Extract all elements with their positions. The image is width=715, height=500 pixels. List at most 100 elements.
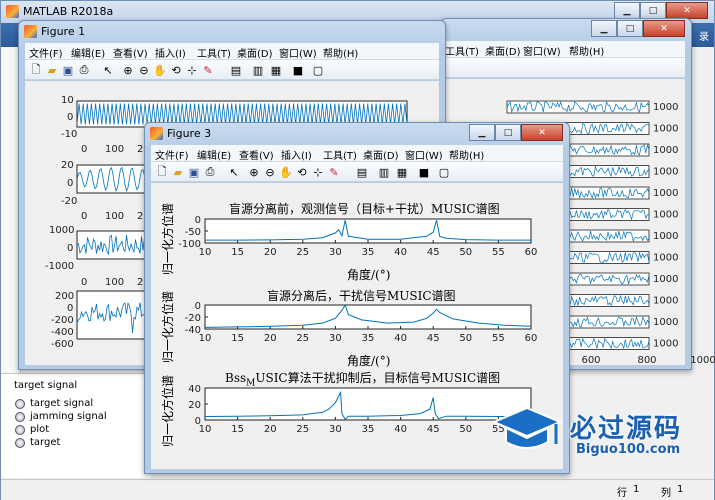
save-icon[interactable]: ▣ bbox=[61, 63, 75, 77]
menu-edit[interactable]: 编辑(E) bbox=[197, 147, 231, 162]
figure3-titlebar: Figure 3 ▁ □ ✕ bbox=[145, 123, 569, 145]
x-tick-label: 40 bbox=[394, 424, 407, 435]
x-tick-label: 30 bbox=[329, 247, 342, 258]
x-tick-label: 40 bbox=[394, 333, 407, 344]
matlab-window-controls: ▁ □ ✕ bbox=[614, 2, 708, 19]
data-cursor-icon[interactable]: ⊹ bbox=[185, 63, 199, 77]
open-icon[interactable]: ▰ bbox=[171, 165, 185, 179]
menu-window[interactable]: 窗口(W) bbox=[405, 147, 443, 162]
menu-desktop[interactable]: 桌面(D) bbox=[237, 45, 273, 60]
y-tick: 1000 bbox=[49, 225, 75, 236]
menu-window[interactable]: 窗口(W) bbox=[279, 45, 317, 60]
menu-item[interactable]: 桌面(D) bbox=[485, 43, 521, 58]
minimize-button[interactable]: ▁ bbox=[591, 20, 617, 37]
y-tick-label: 1000 bbox=[653, 253, 678, 264]
edit-plot-icon[interactable]: ↖ bbox=[227, 165, 241, 179]
workspace-panel: target signal target signal jamming sign… bbox=[1, 373, 151, 478]
y-tick-label: 0 bbox=[195, 301, 201, 312]
x-tick-label: 55 bbox=[492, 247, 505, 258]
matlab-maximize-button[interactable]: □ bbox=[640, 2, 666, 19]
menu-view[interactable]: 查看(V) bbox=[239, 147, 274, 162]
figure-back-toolbar bbox=[441, 58, 685, 78]
brush-icon[interactable]: ✎ bbox=[327, 165, 341, 179]
y-tick-label: 1000 bbox=[653, 231, 678, 242]
y-tick-label: -50 bbox=[185, 227, 201, 238]
hide-tools-icon[interactable]: ■ bbox=[291, 63, 305, 77]
minimize-button[interactable]: ▁ bbox=[469, 124, 495, 141]
new-figure-icon[interactable]: 🗋 bbox=[155, 165, 169, 179]
legend-icon[interactable]: ▦ bbox=[395, 165, 409, 179]
menu-tools[interactable]: 工具(T) bbox=[323, 147, 357, 162]
link-icon[interactable]: ▤ bbox=[229, 63, 243, 77]
pan-icon[interactable]: ✋ bbox=[279, 165, 293, 179]
menu-desktop[interactable]: 桌面(D) bbox=[363, 147, 399, 162]
y-tick: 0 bbox=[67, 303, 74, 314]
print-icon[interactable]: ⎙ bbox=[77, 63, 91, 77]
save-icon[interactable]: ▣ bbox=[187, 165, 201, 179]
ribbon-side-glyph[interactable]: 录 bbox=[699, 28, 709, 43]
zoom-in-icon[interactable]: ⊕ bbox=[121, 63, 135, 77]
menu-item[interactable]: 帮助(H) bbox=[569, 43, 604, 58]
menu-item[interactable]: 窗口(W) bbox=[523, 43, 561, 58]
axes-box bbox=[204, 387, 532, 421]
zoom-out-icon[interactable]: ⊖ bbox=[137, 63, 151, 77]
hide-tools-icon[interactable]: ■ bbox=[417, 165, 431, 179]
pan-icon[interactable]: ✋ bbox=[153, 63, 167, 77]
menu-insert[interactable]: 插入(I) bbox=[281, 147, 312, 162]
matlab-minimize-button[interactable]: ▁ bbox=[614, 2, 640, 19]
figure-back-window-controls: ▁ □ ✕ bbox=[591, 20, 685, 37]
x-tick-label: 15 bbox=[231, 424, 244, 435]
menu-insert[interactable]: 插入(I) bbox=[155, 45, 186, 60]
workspace-item[interactable]: jamming signal bbox=[15, 411, 107, 422]
colorbar-icon[interactable]: ▥ bbox=[377, 165, 391, 179]
link-icon[interactable]: ▤ bbox=[355, 165, 369, 179]
y-tick-label: -40 bbox=[185, 325, 201, 336]
x-tick-label: 45 bbox=[427, 333, 440, 344]
show-tools-icon[interactable]: ▢ bbox=[311, 63, 325, 77]
menu-tools[interactable]: 工具(T) bbox=[197, 45, 231, 60]
close-button[interactable]: ✕ bbox=[643, 20, 685, 37]
zoom-out-icon[interactable]: ⊖ bbox=[263, 165, 277, 179]
x-tick-label: 20 bbox=[264, 247, 277, 258]
colorbar-icon[interactable]: ▥ bbox=[251, 63, 265, 77]
rotate-icon[interactable]: ⟲ bbox=[169, 63, 183, 77]
menu-file[interactable]: 文件(F) bbox=[155, 147, 189, 162]
menu-help[interactable]: 帮助(H) bbox=[323, 45, 358, 60]
show-tools-icon[interactable]: ▢ bbox=[437, 165, 451, 179]
y-tick: -600 bbox=[51, 339, 74, 350]
print-icon[interactable]: ⎙ bbox=[203, 165, 217, 179]
workspace-item[interactable]: target bbox=[15, 437, 60, 448]
matlab-close-button[interactable]: ✕ bbox=[666, 2, 708, 19]
menu-view[interactable]: 查看(V) bbox=[113, 45, 148, 60]
data-cursor-icon[interactable]: ⊹ bbox=[311, 165, 325, 179]
menu-item[interactable]: 工具(T) bbox=[445, 43, 479, 58]
watermark: 必过源码 Biguo100.com bbox=[490, 400, 710, 470]
brush-icon[interactable]: ✎ bbox=[201, 63, 215, 77]
close-button[interactable]: ✕ bbox=[521, 124, 563, 141]
figure3-toolbar: 🗋 ▰ ▣ ⎙ ↖ ⊕ ⊖ ✋ ⟲ ⊹ ✎ ▤ ▥ ▦ ■ ▢ bbox=[151, 162, 563, 182]
x-tick-label: 35 bbox=[362, 424, 375, 435]
x-tick-label: 35 bbox=[362, 333, 375, 344]
y-tick-label: 1000 bbox=[653, 124, 678, 135]
workspace-item[interactable]: plot bbox=[15, 424, 49, 435]
watermark-subtitle: Biguo100.com bbox=[576, 442, 681, 457]
workspace-item[interactable]: target signal bbox=[15, 398, 93, 409]
menu-edit[interactable]: 编辑(E) bbox=[71, 45, 105, 60]
zoom-in-icon[interactable]: ⊕ bbox=[247, 165, 261, 179]
rotate-icon[interactable]: ⟲ bbox=[295, 165, 309, 179]
figure-icon bbox=[24, 25, 37, 38]
new-figure-icon[interactable]: 🗋 bbox=[29, 63, 43, 77]
maximize-button[interactable]: □ bbox=[495, 124, 521, 141]
status-col-label: 列 bbox=[661, 488, 671, 499]
y-tick: 200 bbox=[55, 291, 75, 302]
open-icon[interactable]: ▰ bbox=[45, 63, 59, 77]
x-tick: 100 bbox=[105, 144, 125, 155]
x-tick-label: 25 bbox=[296, 424, 309, 435]
variable-icon bbox=[15, 411, 25, 422]
edit-plot-icon[interactable]: ↖ bbox=[101, 63, 115, 77]
y-tick-label: 1000 bbox=[653, 145, 678, 156]
menu-file[interactable]: 文件(F) bbox=[29, 45, 63, 60]
menu-help[interactable]: 帮助(H) bbox=[449, 147, 484, 162]
legend-icon[interactable]: ▦ bbox=[269, 63, 283, 77]
maximize-button[interactable]: □ bbox=[617, 20, 643, 37]
